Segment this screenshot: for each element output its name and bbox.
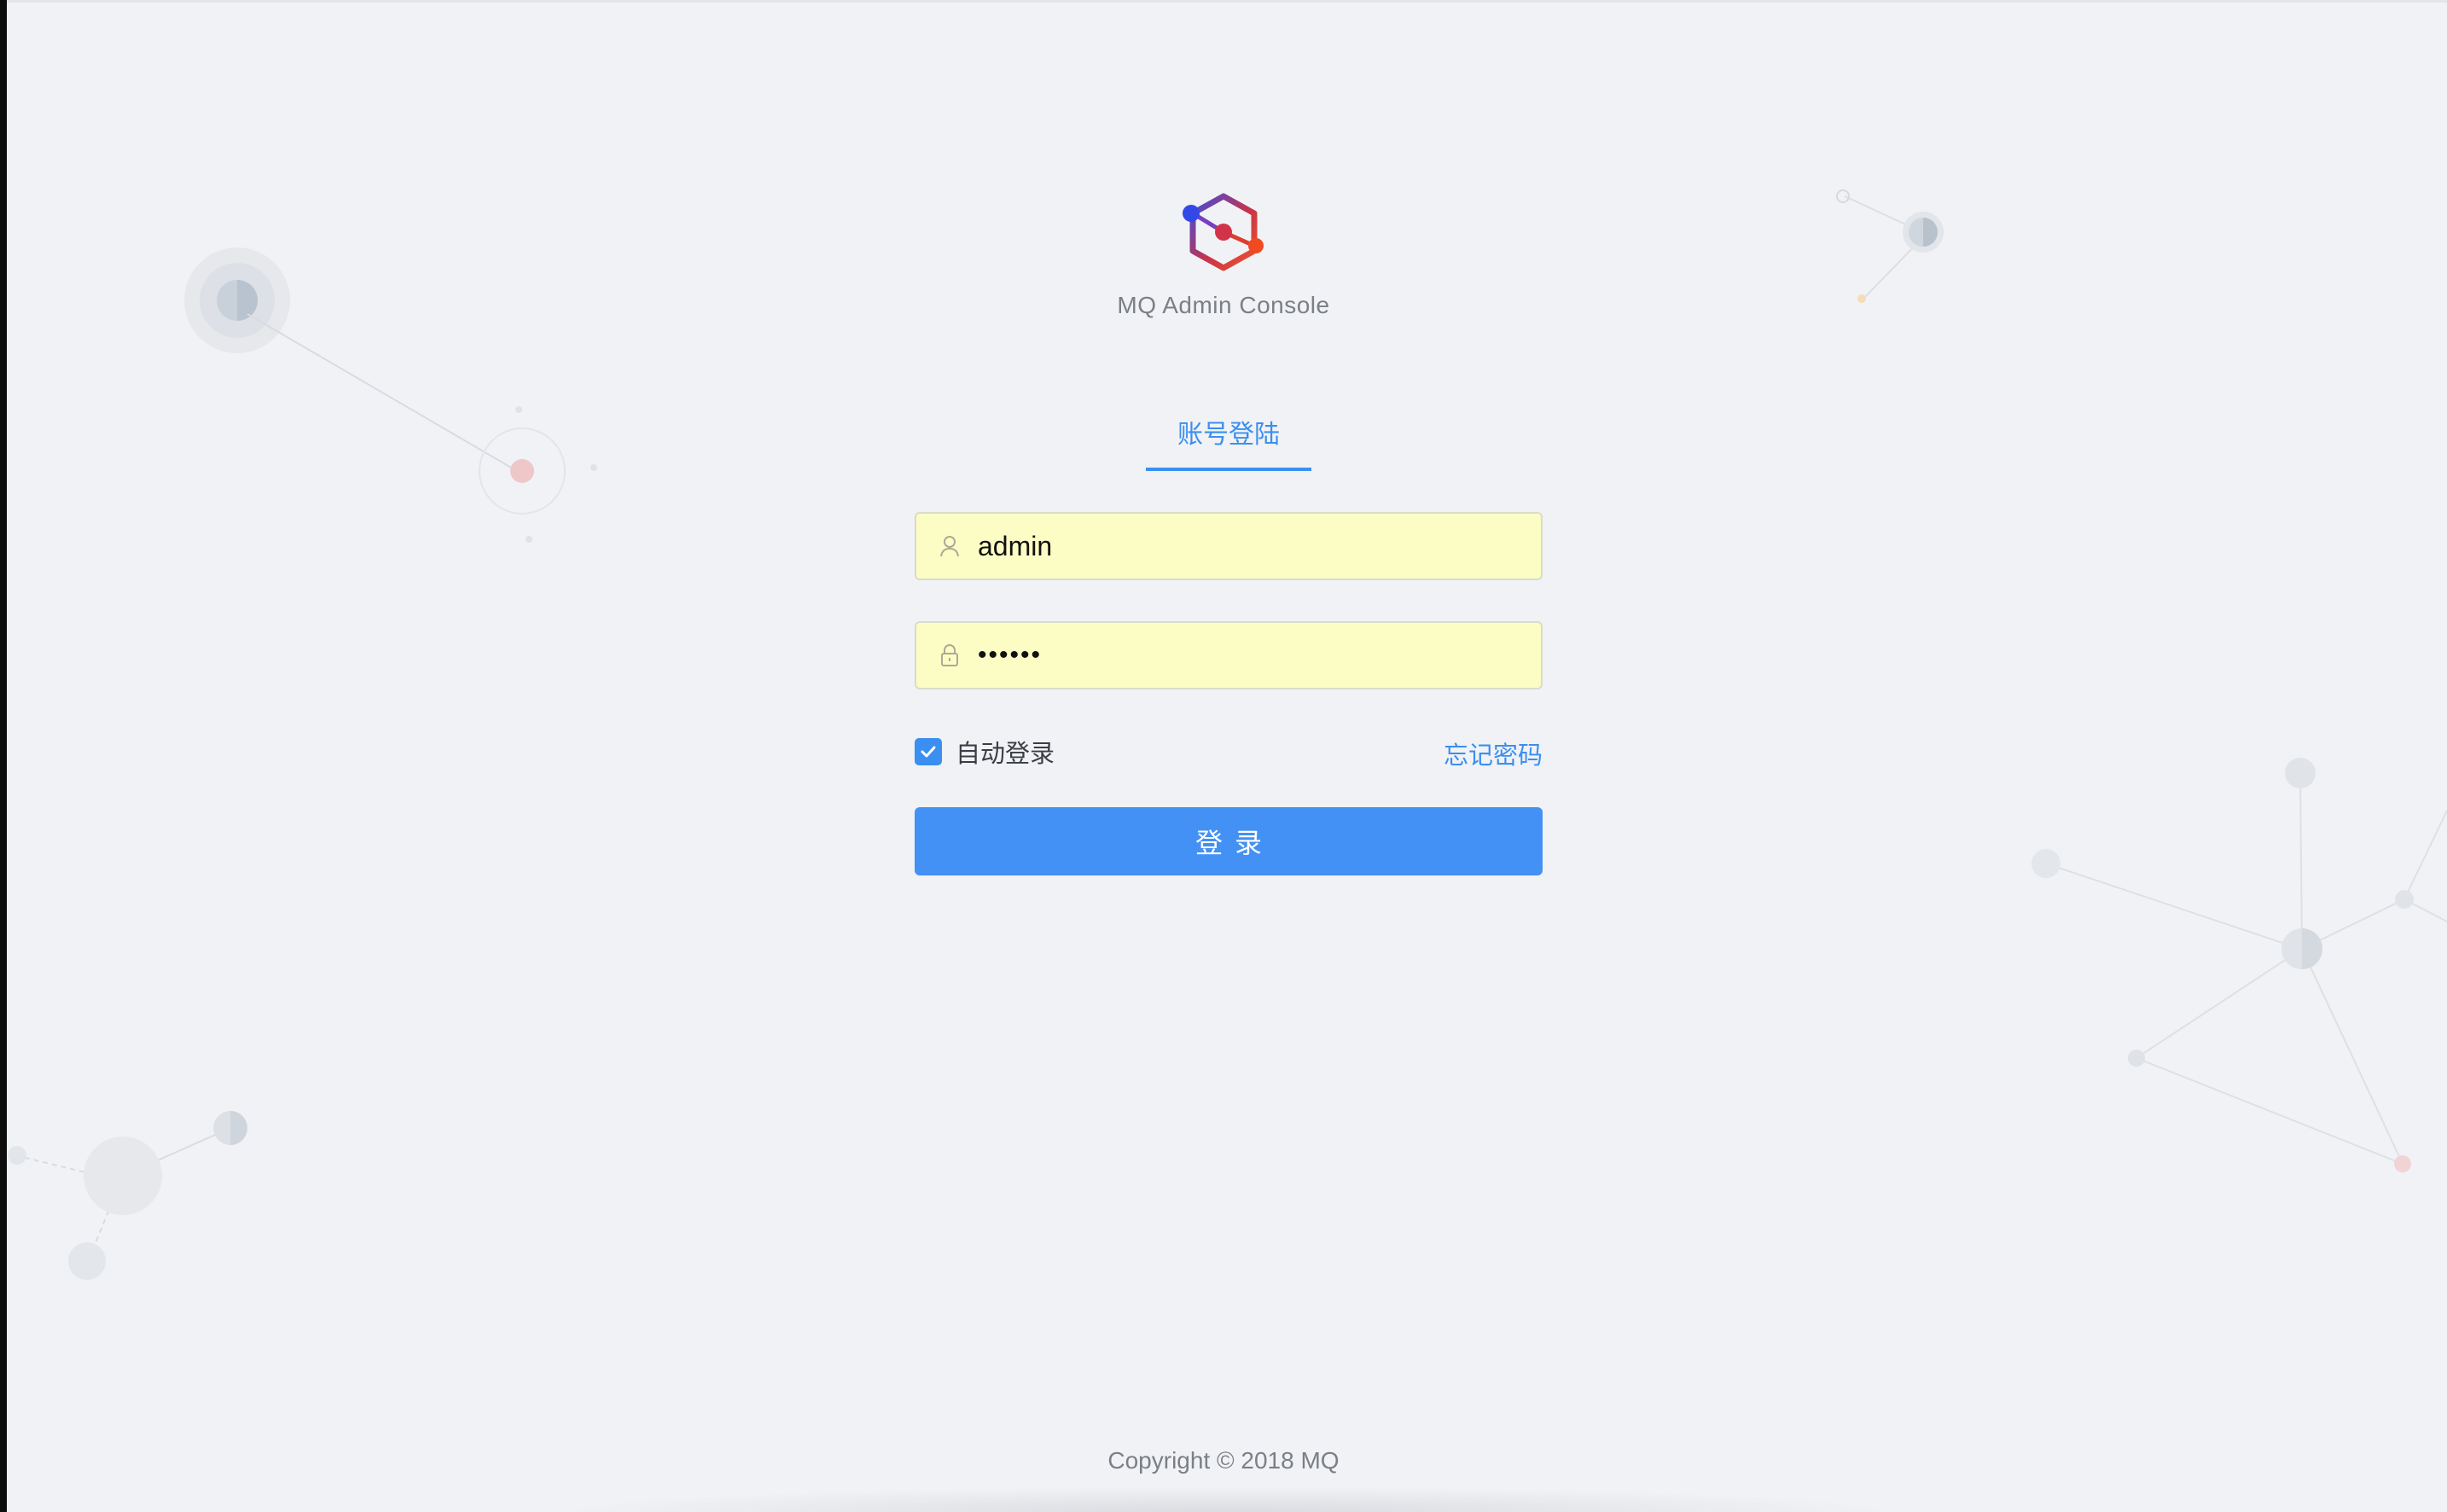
copyright-footer: Copyright © 2018 MQ xyxy=(1107,1447,1340,1474)
remember-me-toggle[interactable]: 自动登录 xyxy=(915,734,1055,770)
app-header: MQ Admin Console xyxy=(1053,189,1394,319)
login-button[interactable]: 登录 xyxy=(915,807,1543,875)
lock-icon xyxy=(941,644,958,666)
login-options: 自动登录 忘记密码 xyxy=(915,732,1543,770)
bottom-shadow xyxy=(546,1486,1911,1512)
check-icon xyxy=(921,746,936,758)
remember-me-label: 自动登录 xyxy=(956,741,1055,768)
app-title: MQ Admin Console xyxy=(1117,292,1330,318)
username-field[interactable] xyxy=(915,512,1543,580)
user-icon xyxy=(940,536,959,557)
tab-account-login[interactable]: 账号登陆 xyxy=(1146,413,1311,471)
hexagon-network-logo-icon xyxy=(1183,193,1264,271)
password-input[interactable] xyxy=(976,629,1541,682)
password-field[interactable] xyxy=(915,621,1543,689)
username-input[interactable] xyxy=(976,520,1541,573)
remember-me-checkbox[interactable] xyxy=(915,738,942,765)
forgot-password-link[interactable]: 忘记密码 xyxy=(1444,736,1543,771)
